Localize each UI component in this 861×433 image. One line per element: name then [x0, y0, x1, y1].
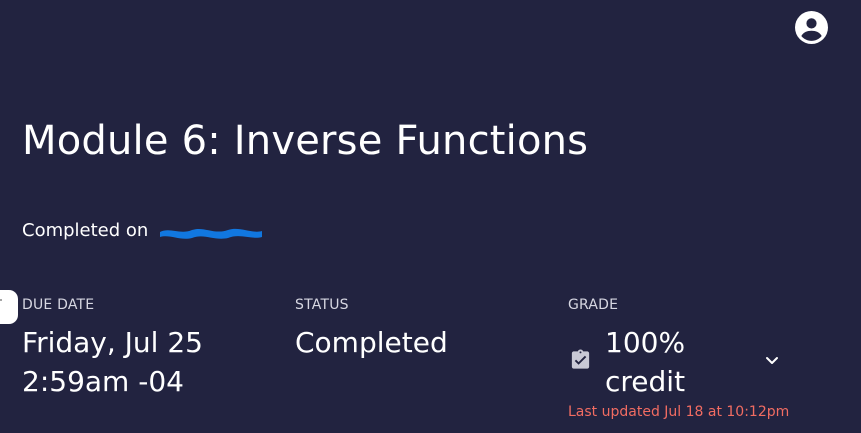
grade-value-line1: 100%	[605, 326, 686, 359]
status-label: STATUS	[295, 297, 349, 313]
account-button[interactable]	[795, 11, 828, 44]
completed-on-text: Completed on	[22, 220, 149, 241]
page-title: Module 6: Inverse Functions	[22, 118, 589, 164]
grade-label: GRADE	[568, 297, 619, 313]
due-date-line1: Friday, Jul 25	[22, 326, 203, 359]
redacted-date-mark	[160, 228, 262, 239]
side-panel-tab[interactable]	[0, 290, 18, 324]
grade-value-line2: credit	[605, 365, 686, 398]
status-value: Completed	[295, 326, 448, 359]
clipboard-check-icon	[571, 349, 590, 369]
assignment-page: Module 6: Inverse Functions Completed on…	[0, 0, 861, 433]
chevron-down-icon[interactable]	[763, 354, 781, 368]
due-date-label: DUE DATE	[22, 297, 95, 313]
account-circle-icon	[795, 11, 828, 44]
grade-last-updated: Last updated Jul 18 at 10:12pm	[568, 404, 790, 420]
due-date-line2: 2:59am -04	[22, 365, 184, 398]
